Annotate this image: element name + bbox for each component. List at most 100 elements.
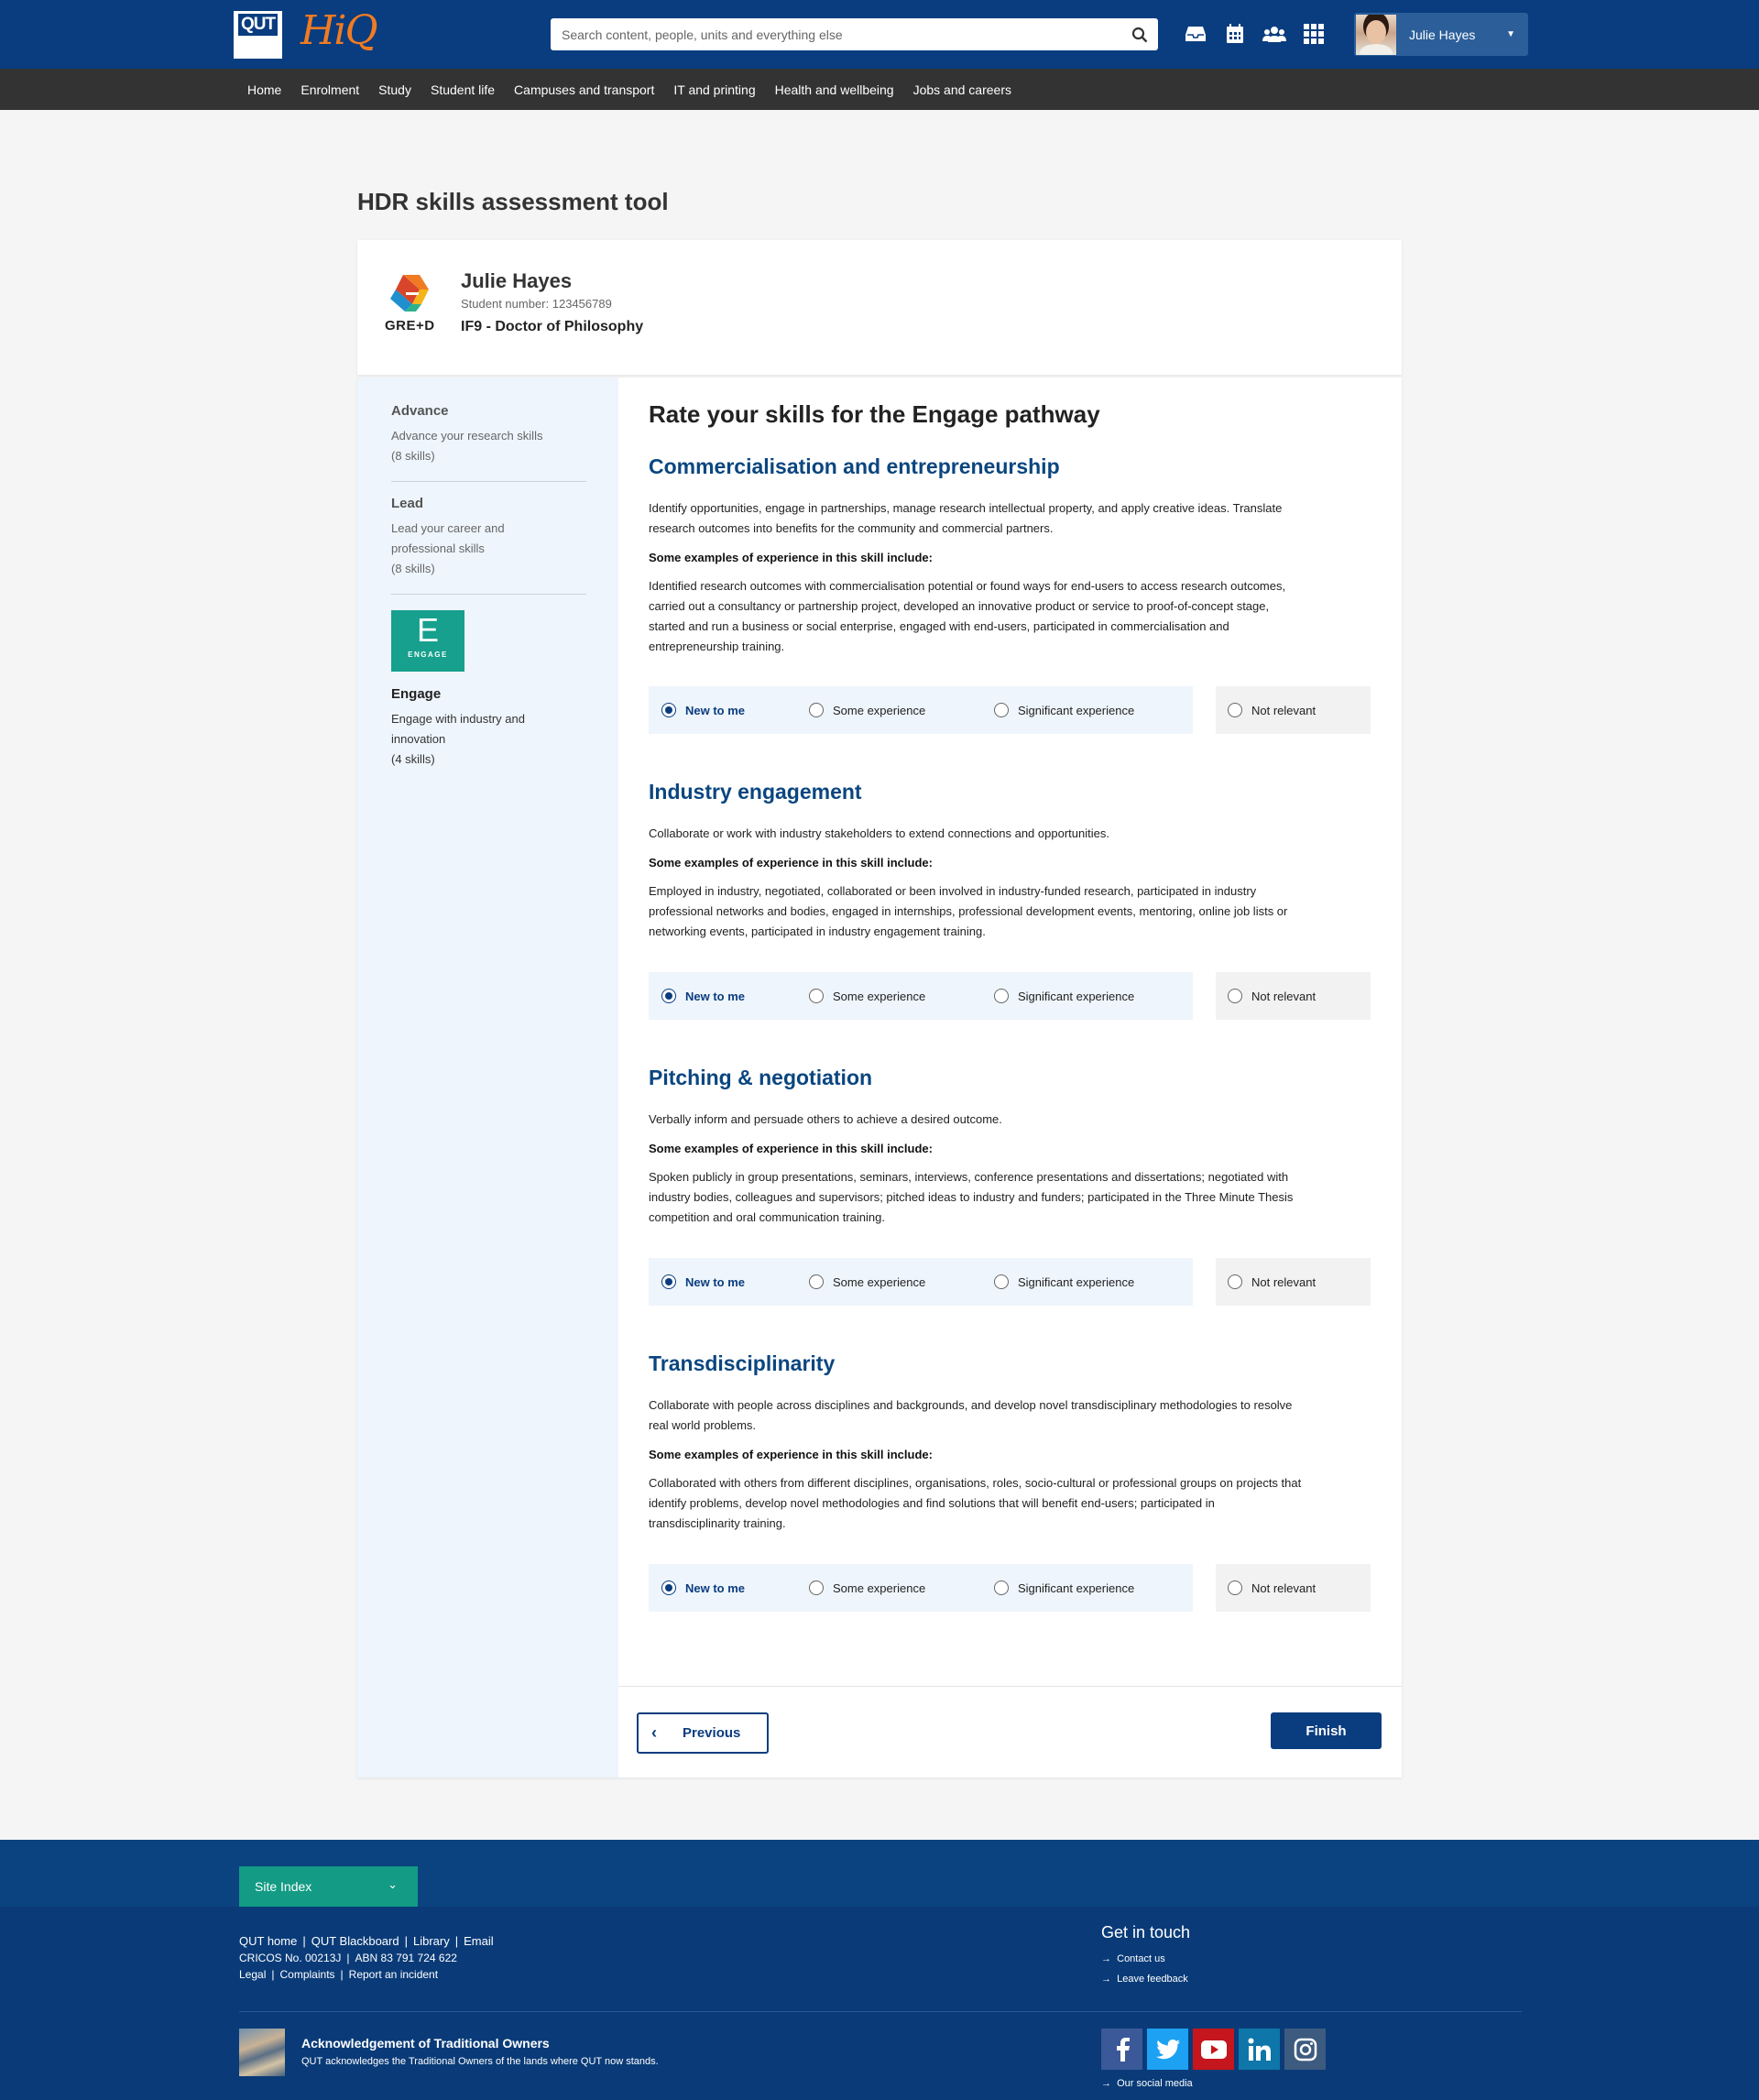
radio-button[interactable] — [661, 703, 676, 717]
nav-study[interactable]: Study — [378, 82, 411, 97]
course-name: IF9 - Doctor of Philosophy — [461, 319, 644, 334]
leave-feedback-link[interactable]: → Leave feedback — [1101, 1974, 1188, 1985]
sidebar-item-desc: Advance your research skills — [391, 429, 543, 443]
radio-significant-experience[interactable]: Significant experience — [994, 1564, 1134, 1612]
sidebar-divider — [391, 594, 586, 595]
nav-home[interactable]: Home — [247, 82, 281, 97]
site-index-dropdown[interactable]: Site Index ⌄ — [239, 1866, 418, 1907]
footer-link-report-incident[interactable]: Report an incident — [349, 1968, 438, 1981]
search-icon[interactable] — [1121, 18, 1158, 50]
nav-jobs[interactable]: Jobs and careers — [913, 82, 1011, 97]
radio-button[interactable] — [1228, 703, 1242, 717]
radio-label: Some experience — [833, 1580, 926, 1595]
radio-not-relevant[interactable]: Not relevant — [1228, 1258, 1316, 1306]
contact-us-label: Contact us — [1117, 1953, 1165, 1964]
radio-some-experience[interactable]: Some experience — [809, 686, 925, 734]
radio-button[interactable] — [1228, 989, 1242, 1003]
footer-link-email[interactable]: Email — [464, 1934, 494, 1948]
radio-label: Significant experience — [1018, 1274, 1135, 1289]
cricos-number: CRICOS No. 00213J — [239, 1952, 342, 1964]
sidebar-item-desc-2: professional skills — [391, 541, 485, 555]
radio-new-to-me[interactable]: New to me — [661, 1564, 745, 1612]
sidebar-item-engage[interactable]: Engage Engage with industry and innovati… — [391, 686, 586, 770]
footer-link-legal[interactable]: Legal — [239, 1968, 266, 1981]
calendar-icon[interactable] — [1223, 18, 1247, 49]
radio-button[interactable] — [1228, 1580, 1242, 1595]
radio-new-to-me[interactable]: New to me — [661, 1258, 745, 1306]
footer-link-qut-home[interactable]: QUT home — [239, 1934, 297, 1948]
footer-link-complaints[interactable]: Complaints — [280, 1968, 335, 1981]
apps-grid-icon[interactable] — [1302, 18, 1326, 49]
radio-button[interactable] — [661, 989, 676, 1003]
radio-label: New to me — [685, 1274, 746, 1289]
radio-button[interactable] — [661, 1274, 676, 1289]
nav-health[interactable]: Health and wellbeing — [775, 82, 894, 97]
radio-not-relevant[interactable]: Not relevant — [1228, 972, 1316, 1020]
radio-not-relevant[interactable]: Not relevant — [1228, 1564, 1316, 1612]
chevron-left-icon: ‹ — [651, 1723, 657, 1742]
radio-significant-experience[interactable]: Significant experience — [994, 972, 1134, 1020]
radio-new-to-me[interactable]: New to me — [661, 686, 745, 734]
footer-legal-links: Legal | Complaints | Report an incident — [239, 1968, 438, 1981]
radio-some-experience[interactable]: Some experience — [809, 972, 925, 1020]
skill-description: Identify opportunities, engage in partne… — [649, 501, 1283, 515]
footer-link-library[interactable]: Library — [413, 1934, 450, 1948]
nav-student-life[interactable]: Student life — [431, 82, 495, 97]
footer-link-blackboard[interactable]: QUT Blackboard — [311, 1934, 399, 1948]
facebook-icon[interactable] — [1101, 2029, 1142, 2070]
contact-us-link[interactable]: → Contact us — [1101, 1953, 1165, 1964]
sidebar-item-lead[interactable]: Lead Lead your career and professional s… — [391, 496, 586, 579]
user-menu-button[interactable]: Julie Hayes ▼ — [1354, 13, 1528, 56]
people-icon[interactable] — [1262, 18, 1286, 49]
skill-description: Collaborate or work with industry stakeh… — [649, 826, 1109, 840]
twitter-icon[interactable] — [1147, 2029, 1188, 2070]
radio-some-experience[interactable]: Some experience — [809, 1564, 925, 1612]
sidebar-item-desc: Lead your career and — [391, 521, 505, 535]
radio-button[interactable] — [809, 989, 824, 1003]
sidebar-item-desc: Engage with industry and — [391, 712, 525, 726]
radio-button[interactable] — [994, 1580, 1009, 1595]
footer-separator: | — [454, 1934, 459, 1948]
radio-new-to-me[interactable]: New to me — [661, 972, 745, 1020]
leave-feedback-label: Leave feedback — [1117, 1974, 1188, 1985]
nav-it-printing[interactable]: IT and printing — [673, 82, 755, 97]
footer-links: QUT home | QUT Blackboard | Library | Email — [239, 1934, 494, 1948]
radio-button[interactable] — [661, 1580, 676, 1595]
qut-logo[interactable]: QUT — [234, 11, 282, 59]
nav-campuses[interactable]: Campuses and transport — [514, 82, 654, 97]
avatar — [1356, 14, 1396, 55]
hiq-logo[interactable]: HiQ — [300, 7, 378, 54]
sidebar-item-advance[interactable]: Advance Advance your research skills (8 … — [391, 403, 586, 466]
nav-enrolment[interactable]: Enrolment — [300, 82, 359, 97]
finish-button[interactable]: Finish — [1271, 1712, 1382, 1749]
radio-some-experience[interactable]: Some experience — [809, 1258, 925, 1306]
qut-logo-text: QUT — [237, 14, 279, 36]
inbox-icon[interactable] — [1184, 18, 1207, 49]
previous-label: Previous — [683, 1725, 741, 1741]
previous-button[interactable]: ‹ Previous — [637, 1712, 769, 1754]
pathway-sidebar: Advance Advance your research skills (8 … — [357, 377, 618, 1777]
instagram-icon[interactable] — [1284, 2029, 1326, 2070]
footer-separator: | — [302, 1934, 306, 1948]
radio-button[interactable] — [809, 1580, 824, 1595]
examples-label: Some examples of experience in this skil… — [649, 551, 933, 564]
youtube-icon[interactable] — [1193, 2029, 1234, 2070]
sidebar-item-title: Engage — [391, 686, 442, 702]
our-social-media-link[interactable]: → Our social media — [1101, 2078, 1193, 2089]
radio-label: Some experience — [833, 1274, 926, 1289]
radio-button[interactable] — [809, 703, 824, 717]
radio-button[interactable] — [994, 1274, 1009, 1289]
pathway-heading: Rate your skills for the Engage pathway — [649, 400, 1100, 428]
radio-significant-experience[interactable]: Significant experience — [994, 1258, 1134, 1306]
radio-button[interactable] — [1228, 1274, 1242, 1289]
footer-separator: | — [340, 1968, 344, 1981]
student-number: Student number: 123456789 — [461, 297, 612, 311]
radio-significant-experience[interactable]: Significant experience — [994, 686, 1134, 734]
radio-button[interactable] — [809, 1274, 824, 1289]
skill-title: Industry engagement — [649, 780, 862, 804]
radio-button[interactable] — [994, 703, 1009, 717]
radio-not-relevant[interactable]: Not relevant — [1228, 686, 1316, 734]
linkedin-icon[interactable] — [1239, 2029, 1280, 2070]
radio-button[interactable] — [994, 989, 1009, 1003]
search-input[interactable] — [551, 18, 1121, 50]
